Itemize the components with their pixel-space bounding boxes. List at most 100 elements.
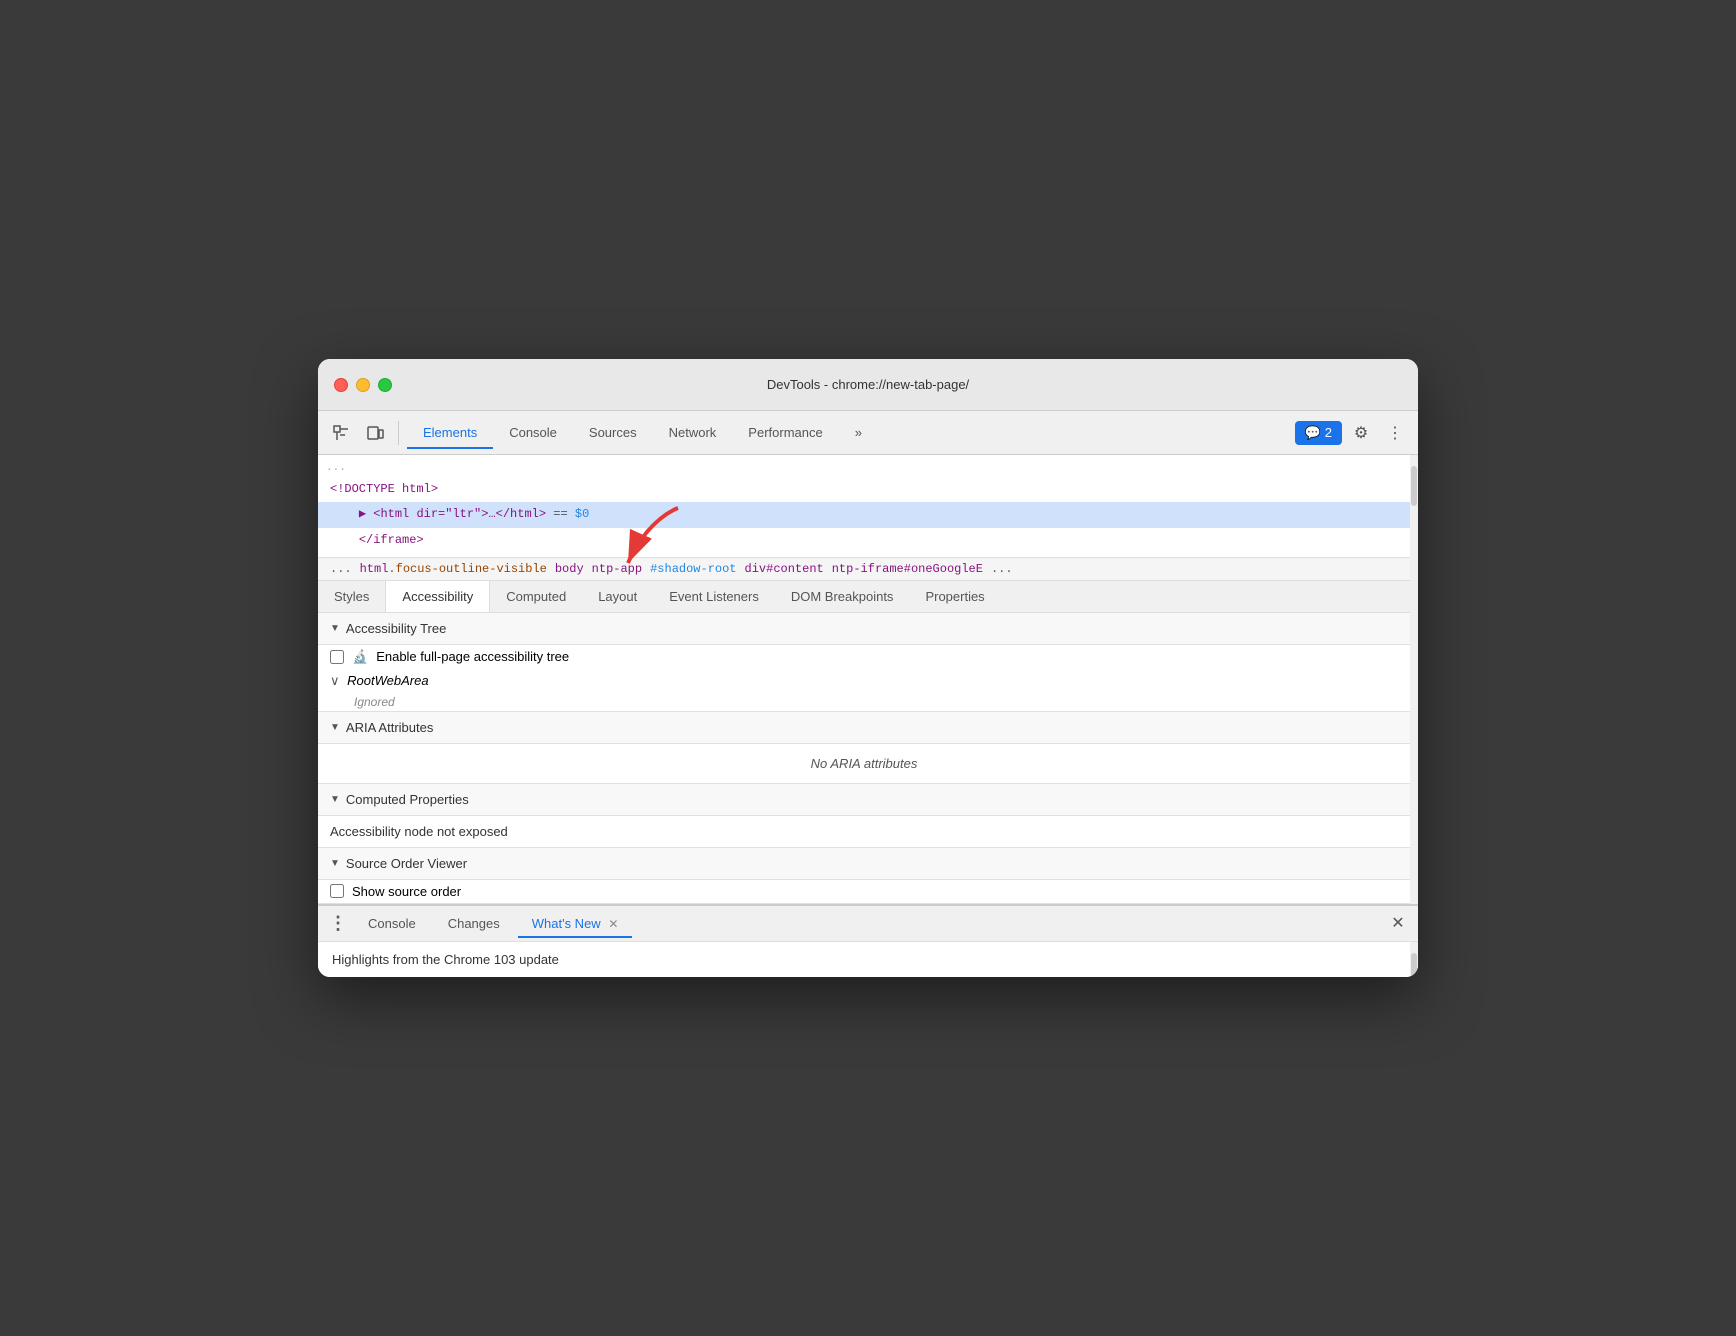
dom-content-main: ... <!DOCTYPE html> ▶ <html dir="ltr">…<… xyxy=(318,455,1410,904)
drawer-close-button[interactable]: ✕ xyxy=(1386,911,1410,935)
root-expand-arrow: ∨ xyxy=(330,673,340,688)
devtools-toolbar: Elements Console Sources Network Perform… xyxy=(318,411,1418,455)
html-tag: ▶ <html dir="ltr">…</html> xyxy=(359,507,546,521)
aria-attributes-section: ▼ ARIA Attributes No ARIA attributes xyxy=(318,712,1410,784)
more-tabs-button[interactable]: » xyxy=(839,417,878,448)
breadcrumb-item-body[interactable]: body xyxy=(555,562,584,576)
whats-new-close-icon[interactable]: ✕ xyxy=(608,917,618,931)
close-button[interactable] xyxy=(334,378,348,392)
iframe-close-tag: </iframe> xyxy=(359,533,424,547)
computed-properties-label: Computed Properties xyxy=(346,792,469,807)
breadcrumb-dots[interactable]: ... xyxy=(330,562,352,576)
sub-tab-computed[interactable]: Computed xyxy=(490,581,582,612)
tab-sources[interactable]: Sources xyxy=(573,417,653,448)
source-order-section: ▼ Source Order Viewer Show source order xyxy=(318,848,1410,904)
breadcrumb-more[interactable]: ... xyxy=(991,562,1013,576)
sub-tab-dom-breakpoints[interactable]: DOM Breakpoints xyxy=(775,581,910,612)
whats-new-content: Highlights from the Chrome 103 update xyxy=(332,952,559,967)
breadcrumb-bar: ... html.focus-outline-visible body ntp-… xyxy=(318,558,1410,581)
tab-network[interactable]: Network xyxy=(653,417,733,448)
feedback-icon: 💬 xyxy=(1305,425,1321,441)
traffic-lights xyxy=(334,378,392,392)
device-toggle-button[interactable] xyxy=(360,418,390,448)
titlebar: DevTools - chrome://new-tab-page/ xyxy=(318,359,1418,411)
bottom-drawer: ⋮ Console Changes What's New ✕ ✕ Highlig… xyxy=(318,904,1418,977)
drawer-content-area: Highlights from the Chrome 103 update xyxy=(318,942,1418,977)
computed-properties-content: Accessibility node not exposed xyxy=(318,816,1410,847)
root-web-area-item[interactable]: ∨ RootWebArea xyxy=(318,669,1410,693)
sub-tab-styles[interactable]: Styles xyxy=(318,581,385,612)
devtools-window: DevTools - chrome://new-tab-page/ Elemen… xyxy=(318,359,1418,977)
accessibility-panel: ▼ Accessibility Tree 🔬 Enable full-page … xyxy=(318,613,1410,904)
aria-attributes-header[interactable]: ▼ ARIA Attributes xyxy=(318,712,1410,744)
breadcrumb-item-html[interactable]: html.focus-outline-visible xyxy=(360,562,547,576)
dom-special-zero: $0 xyxy=(575,507,589,521)
dom-line-html[interactable]: ▶ <html dir="ltr">…</html> == $0 xyxy=(318,502,1410,527)
settings-icon: ⚙ xyxy=(1354,423,1368,443)
show-source-order-checkbox[interactable] xyxy=(330,884,344,898)
aria-expand-icon: ▼ xyxy=(330,722,340,733)
toolbar-right: 💬 2 ⚙ ⋮ xyxy=(1295,418,1410,448)
ignored-label: Ignored xyxy=(318,693,1410,711)
enable-full-page-checkbox-icon: 🔬 xyxy=(352,649,368,665)
breadcrumb-item-ntp-app[interactable]: ntp-app xyxy=(592,562,642,576)
more-options-icon: ⋮ xyxy=(1387,423,1403,443)
enable-full-page-checkbox[interactable] xyxy=(330,650,344,664)
no-aria-message: No ARIA attributes xyxy=(318,744,1410,783)
tab-performance[interactable]: Performance xyxy=(732,417,838,448)
aria-attributes-label: ARIA Attributes xyxy=(346,720,433,735)
main-scrollbar[interactable] xyxy=(1410,455,1418,904)
feedback-button[interactable]: 💬 2 xyxy=(1295,421,1342,445)
source-order-label: Source Order Viewer xyxy=(346,856,467,871)
drawer-tab-console[interactable]: Console xyxy=(354,910,430,937)
breadcrumb-item-ntp-iframe[interactable]: ntp-iframe#oneGoogleE xyxy=(832,562,983,576)
sub-tab-layout[interactable]: Layout xyxy=(582,581,653,612)
drawer-tabs-bar: ⋮ Console Changes What's New ✕ ✕ xyxy=(318,906,1418,942)
computed-properties-section: ▼ Computed Properties Accessibility node… xyxy=(318,784,1410,848)
sub-tabs-bar: Styles Accessibility Computed Layout Eve… xyxy=(318,581,1410,613)
feedback-count: 2 xyxy=(1325,425,1332,440)
dom-line-iframe: </iframe> xyxy=(318,528,1410,553)
minimize-button[interactable] xyxy=(356,378,370,392)
computed-properties-header[interactable]: ▼ Computed Properties xyxy=(318,784,1410,816)
source-order-expand-icon: ▼ xyxy=(330,858,340,869)
tree-expand-icon: ▼ xyxy=(330,623,340,634)
breadcrumb-item-shadow-root[interactable]: #shadow-root xyxy=(650,562,736,576)
show-source-order-label: Show source order xyxy=(352,884,461,899)
maximize-button[interactable] xyxy=(378,378,392,392)
inspect-element-button[interactable] xyxy=(326,418,356,448)
sub-tab-accessibility[interactable]: Accessibility xyxy=(385,581,490,612)
computed-expand-icon: ▼ xyxy=(330,794,340,805)
accessibility-tree-label: Accessibility Tree xyxy=(346,621,446,636)
breadcrumb-section: ... html.focus-outline-visible body ntp-… xyxy=(318,558,1410,581)
accessibility-tree-header[interactable]: ▼ Accessibility Tree xyxy=(318,613,1410,645)
enable-full-page-checkbox-row: 🔬 Enable full-page accessibility tree xyxy=(318,645,1410,669)
show-source-order-row: Show source order xyxy=(318,880,1410,903)
drawer-menu-button[interactable]: ⋮ xyxy=(326,911,350,935)
dom-area: ... <!DOCTYPE html> ▶ <html dir="ltr">…<… xyxy=(318,455,1410,558)
sub-tab-properties[interactable]: Properties xyxy=(909,581,1000,612)
main-scrollbar-thumb[interactable] xyxy=(1411,466,1417,506)
drawer-content: Highlights from the Chrome 103 update xyxy=(318,942,1410,977)
whats-new-label: What's New xyxy=(532,916,601,931)
window-title: DevTools - chrome://new-tab-page/ xyxy=(767,377,969,392)
drawer-scrollbar-thumb[interactable] xyxy=(1411,953,1417,977)
doctype-text: <!DOCTYPE html> xyxy=(330,482,438,496)
toolbar-divider xyxy=(398,421,399,445)
breadcrumb-item-div-content[interactable]: div#content xyxy=(745,562,824,576)
drawer-close-icon: ✕ xyxy=(1391,913,1404,933)
drawer-tab-changes[interactable]: Changes xyxy=(434,910,514,937)
sub-tab-event-listeners[interactable]: Event Listeners xyxy=(653,581,775,612)
dom-dots: ... xyxy=(318,459,1410,477)
tab-console[interactable]: Console xyxy=(493,417,573,448)
equals-sign: == xyxy=(553,507,575,521)
source-order-header[interactable]: ▼ Source Order Viewer xyxy=(318,848,1410,880)
tab-elements[interactable]: Elements xyxy=(407,417,493,448)
drawer-scrollbar[interactable] xyxy=(1410,942,1418,977)
toolbar-tabs: Elements Console Sources Network Perform… xyxy=(407,417,1291,448)
drawer-tab-whats-new[interactable]: What's New ✕ xyxy=(518,910,633,937)
enable-full-page-label: Enable full-page accessibility tree xyxy=(376,649,569,664)
more-options-button[interactable]: ⋮ xyxy=(1380,418,1410,448)
dom-inspector-area: ... <!DOCTYPE html> ▶ <html dir="ltr">…<… xyxy=(318,455,1418,904)
settings-button[interactable]: ⚙ xyxy=(1346,418,1376,448)
